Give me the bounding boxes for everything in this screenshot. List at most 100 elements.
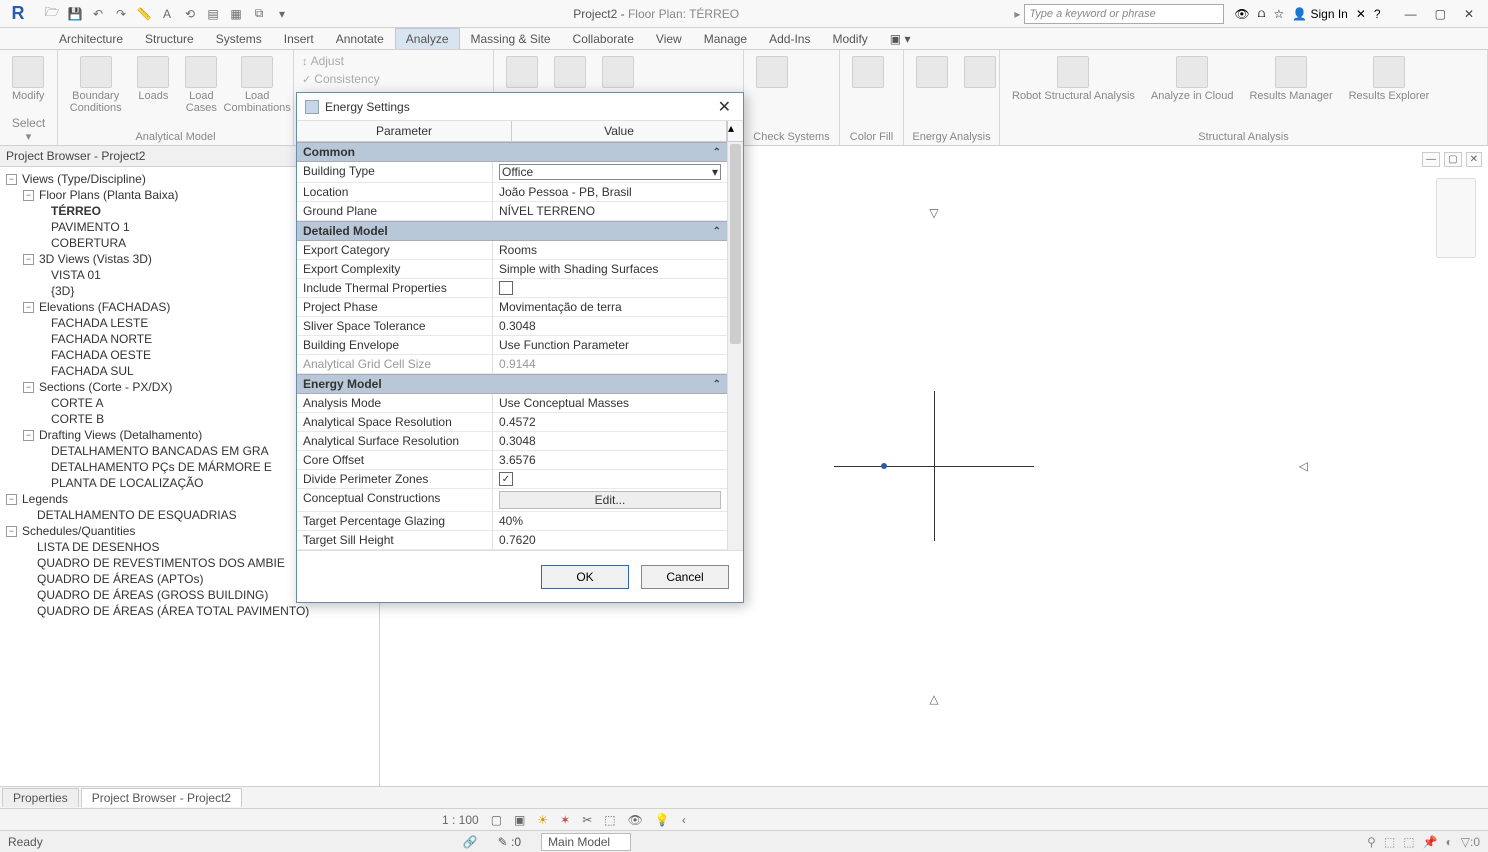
dialog-close-button[interactable]: ✕	[714, 97, 735, 117]
tab-collaborate[interactable]: Collaborate	[562, 28, 645, 49]
minimize-button[interactable]: —	[1405, 7, 1417, 21]
select-pinned-icon[interactable]: 📌	[1423, 835, 1438, 849]
reveal-hidden-icon[interactable]: 💡	[655, 813, 670, 827]
undo-icon[interactable]: ↶	[88, 4, 108, 24]
location-value[interactable]: João Pessoa - PB, Brasil	[493, 183, 727, 201]
tab-extra-icon[interactable]: ▣ ▾	[879, 28, 922, 49]
conceptual-edit-button[interactable]: Edit...	[499, 491, 721, 509]
tab-structure[interactable]: Structure	[134, 28, 205, 49]
tab-insert[interactable]: Insert	[273, 28, 325, 49]
space-res-value[interactable]: 0.4572	[493, 413, 727, 431]
vp-close-icon[interactable]: ✕	[1466, 152, 1482, 167]
hide-isolate-icon[interactable]: 👁	[628, 813, 643, 827]
navigation-bar[interactable]	[1436, 178, 1476, 258]
tab-systems[interactable]: Systems	[205, 28, 273, 49]
main-model-selector[interactable]: Main Model	[541, 833, 631, 851]
select-face-icon[interactable]: ◐	[1446, 835, 1453, 849]
more-icon[interactable]: ‹	[682, 813, 686, 827]
tab-massing-site[interactable]: Massing & Site	[460, 28, 562, 49]
dropdown-icon[interactable]: ▾	[272, 4, 292, 24]
surface-res-value[interactable]: 0.3048	[493, 432, 727, 450]
cancel-button[interactable]: Cancel	[641, 565, 729, 589]
core-offset-value[interactable]: 3.6576	[493, 451, 727, 469]
ok-button[interactable]: OK	[541, 565, 629, 589]
color-fill-button[interactable]	[848, 54, 888, 90]
search-input[interactable]: Type a keyword or phrase	[1024, 4, 1224, 24]
open-icon[interactable]: 🗁	[42, 4, 62, 24]
results-explorer-button[interactable]: Results Explorer	[1345, 54, 1434, 104]
tab-annotate[interactable]: Annotate	[325, 28, 395, 49]
building-type-select[interactable]: Office▾	[493, 162, 727, 182]
robot-structural-button[interactable]: Robot Structural Analysis	[1008, 54, 1139, 104]
keynote-icon[interactable]: ⩍	[1258, 6, 1266, 21]
help-icon[interactable]: ?	[1374, 7, 1381, 21]
scale-selector[interactable]: 1 : 100	[442, 813, 479, 827]
scroll-up-icon[interactable]: ▴	[727, 121, 743, 141]
close-button[interactable]: ✕	[1464, 7, 1474, 21]
project-phase-value[interactable]: Movimentação de terra	[493, 298, 727, 316]
modify-button[interactable]: Modify	[8, 54, 48, 104]
section-common[interactable]: Common⌃	[297, 142, 727, 162]
close-hidden-icon[interactable]: ▦	[226, 4, 246, 24]
sun-path-icon[interactable]: ☀	[537, 813, 548, 827]
divide-zones-checkbox[interactable]: ✓	[493, 470, 727, 488]
maximize-button[interactable]: ▢	[1435, 7, 1446, 21]
vp-max-icon[interactable]: ▢	[1444, 152, 1461, 167]
export-complexity-value[interactable]: Simple with Shading Surfaces	[493, 260, 727, 278]
loads-button[interactable]: Loads	[133, 54, 173, 104]
export-category-value[interactable]: Rooms	[493, 241, 727, 259]
worksets-icon[interactable]: 🔗	[463, 835, 478, 849]
dialog-scrollbar[interactable]	[727, 142, 743, 550]
results-manager-button[interactable]: Results Manager	[1245, 54, 1336, 104]
sync-icon[interactable]: ⟲	[180, 4, 200, 24]
detail-level-icon[interactable]: ▢	[491, 813, 502, 827]
tab-analyze[interactable]: Analyze	[395, 28, 460, 49]
tab-manage[interactable]: Manage	[693, 28, 758, 49]
project-browser-tab[interactable]: Project Browser - Project2	[81, 788, 242, 807]
include-thermal-checkbox[interactable]	[493, 279, 727, 297]
exchange-icon[interactable]: ✕	[1356, 7, 1366, 21]
infocenter-icon[interactable]: 👁	[1234, 7, 1249, 21]
check-systems-button[interactable]	[752, 54, 792, 90]
building-envelope-value[interactable]: Use Function Parameter	[493, 336, 727, 354]
energy-settings-button[interactable]	[912, 54, 952, 90]
target-glazing-value[interactable]: 40%	[493, 512, 727, 530]
ground-plane-value[interactable]: NÍVEL TERRENO	[493, 202, 727, 220]
drag-elements-icon[interactable]: ▽:0	[1461, 835, 1480, 849]
sliver-space-value[interactable]: 0.3048	[493, 317, 727, 335]
spaces-button[interactable]	[502, 54, 542, 90]
shadows-icon[interactable]: ✶	[560, 813, 570, 827]
adjust-button[interactable]: ↕ Adjust	[302, 54, 344, 68]
redo-icon[interactable]: ↷	[111, 4, 131, 24]
tab-addins[interactable]: Add-Ins	[758, 28, 821, 49]
properties-tab[interactable]: Properties	[2, 788, 79, 807]
crop-region-icon[interactable]: ⬚	[604, 813, 615, 827]
text-icon[interactable]: A	[157, 4, 177, 24]
analyze-cloud-button[interactable]: Analyze in Cloud	[1147, 54, 1238, 104]
save-icon[interactable]: 💾	[65, 4, 85, 24]
run-energy-button[interactable]	[960, 54, 1000, 90]
tab-view[interactable]: View	[645, 28, 693, 49]
thin-lines-icon[interactable]: ▤	[203, 4, 223, 24]
load-cases-button[interactable]: Load Cases	[181, 54, 221, 116]
boundary-conditions-button[interactable]: Boundary Conditions	[66, 54, 125, 116]
filter-icon[interactable]: ⚲	[1367, 835, 1376, 849]
app-icon[interactable]: R	[0, 0, 36, 28]
reports-button[interactable]	[598, 54, 638, 90]
consistency-button[interactable]: ✓ Consistency	[302, 72, 380, 86]
section-energy[interactable]: Energy Model⌃	[297, 374, 727, 394]
tab-architecture[interactable]: Architecture	[48, 28, 134, 49]
vp-min-icon[interactable]: —	[1422, 152, 1440, 167]
select-underlay-icon[interactable]: ⬚	[1403, 835, 1414, 849]
select-links-icon[interactable]: ⬚	[1384, 835, 1395, 849]
favorite-icon[interactable]: ☆	[1273, 7, 1284, 21]
load-combinations-button[interactable]: Load Combinations	[229, 54, 285, 116]
zones-button[interactable]	[550, 54, 590, 90]
switch-windows-icon[interactable]: ⧉	[249, 4, 269, 24]
signin-button[interactable]: 👤 Sign In	[1292, 7, 1348, 21]
section-detailed[interactable]: Detailed Model⌃	[297, 221, 727, 241]
analysis-mode-value[interactable]: Use Conceptual Masses	[493, 394, 727, 412]
measure-icon[interactable]: 📏	[134, 4, 154, 24]
tab-modify[interactable]: Modify	[821, 28, 878, 49]
target-sill-value[interactable]: 0.7620	[493, 531, 727, 549]
